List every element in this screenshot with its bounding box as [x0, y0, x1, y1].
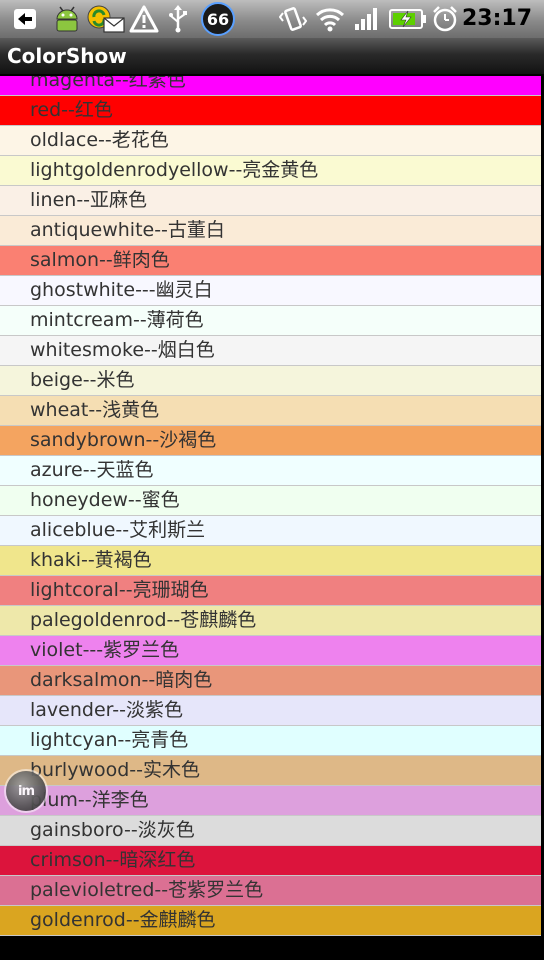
color-list-item[interactable]: plum--洋李色	[0, 786, 541, 816]
color-list-item-label: honeydew--蜜色	[30, 489, 180, 511]
alarm-icon	[430, 4, 460, 34]
color-list-item-label: beige--米色	[30, 369, 135, 391]
color-list[interactable]: magenta--红紫色 red--红色 oldlace--老花色 lightgold…	[0, 76, 541, 960]
color-list-item-label: whitesmoke--烟白色	[30, 339, 215, 361]
notification-count: 66	[206, 9, 230, 29]
color-list-item[interactable]: honeydew--蜜色	[0, 486, 541, 516]
color-list-item[interactable]: red--红色	[0, 96, 541, 126]
color-list-item[interactable]: goldenrod--金麒麟色	[0, 906, 541, 936]
color-list-item[interactable]: azure--天蓝色	[0, 456, 541, 486]
floating-assist-button[interactable]: im	[6, 771, 46, 811]
notification-count-icon: 66	[198, 2, 238, 36]
color-list-item[interactable]: linen--亚麻色	[0, 186, 541, 216]
color-list-item-label: violet---紫罗兰色	[30, 639, 180, 661]
color-list-item-label: antiquewhite--古董白	[30, 219, 225, 241]
color-list-item-label: lightcyan--亮青色	[30, 729, 189, 751]
color-list-item-label: ghostwhite---幽灵白	[30, 279, 213, 301]
color-list-item[interactable]: palegoldenrod--苍麒麟色	[0, 606, 541, 636]
color-list-item-label: gainsboro--淡灰色	[30, 819, 195, 841]
color-list-item[interactable]: khaki--黄褐色	[0, 546, 541, 576]
color-list-item[interactable]: salmon--鲜肉色	[0, 246, 541, 276]
color-list-item[interactable]: violet---紫罗兰色	[0, 636, 541, 666]
color-list-item-label: plum--洋李色	[30, 789, 149, 811]
color-list-item-label: khaki--黄褐色	[30, 549, 152, 571]
color-list-item-label: lightgoldenrodyellow--亮金黄色	[30, 159, 319, 181]
color-list-item-label: goldenrod--金麒麟色	[30, 909, 216, 931]
sync-mail-icon	[86, 4, 126, 34]
color-list-item-label: linen--亚麻色	[30, 189, 148, 211]
color-list-item[interactable]: sandybrown--沙褐色	[0, 426, 541, 456]
status-clock: 23:17	[461, 6, 532, 31]
color-list-item-label: lightcoral--亮珊瑚色	[30, 579, 209, 601]
usb-icon	[164, 4, 192, 34]
color-list-item-label: palegoldenrod--苍麒麟色	[30, 609, 257, 631]
color-list-item[interactable]: darksalmon--暗肉色	[0, 666, 541, 696]
floating-assist-label: im	[17, 783, 35, 799]
color-list-item-label: salmon--鲜肉色	[30, 249, 170, 271]
android-debug-icon	[50, 4, 84, 34]
color-list-item-label: azure--天蓝色	[30, 459, 154, 481]
color-list-item-label: lavender--淡紫色	[30, 699, 183, 721]
color-list-item[interactable]: aliceblue--艾利斯兰	[0, 516, 541, 546]
color-list-item[interactable]: lightcoral--亮珊瑚色	[0, 576, 541, 606]
app-title: ColorShow	[7, 44, 127, 68]
color-list-item[interactable]: gainsboro--淡灰色	[0, 816, 541, 846]
color-list-item-label: darksalmon--暗肉色	[30, 669, 213, 691]
color-list-item-label: oldlace--老花色	[30, 129, 169, 151]
color-list-item[interactable]: antiquewhite--古董白	[0, 216, 541, 246]
app-title-bar: ColorShow	[0, 38, 544, 76]
color-list-item-label: crimson--暗深红色	[30, 849, 196, 871]
color-list-item[interactable]: lavender--淡紫色	[0, 696, 541, 726]
color-list-item[interactable]: ghostwhite---幽灵白	[0, 276, 541, 306]
color-list-item-label: aliceblue--艾利斯兰	[30, 519, 206, 541]
color-list-item[interactable]: wheat--浅黄色	[0, 396, 541, 426]
signal-icon	[352, 4, 382, 34]
vibrate-icon	[278, 4, 308, 34]
color-list-item[interactable]: oldlace--老花色	[0, 126, 541, 156]
color-list-item-label: burlywood--实木色	[30, 759, 200, 781]
status-bar: 66 23:17	[0, 0, 544, 38]
color-list-item-label: wheat--浅黄色	[30, 399, 160, 421]
color-list-item[interactable]: lightcyan--亮青色	[0, 726, 541, 756]
color-list-item[interactable]: lightgoldenrodyellow--亮金黄色	[0, 156, 541, 186]
back-arrow-icon[interactable]	[10, 4, 40, 34]
color-list-item[interactable]: magenta--红紫色	[0, 76, 541, 96]
color-list-item[interactable]: mintcream--薄荷色	[0, 306, 541, 336]
warning-icon	[128, 4, 160, 34]
color-list-item[interactable]: burlywood--实木色	[0, 756, 541, 786]
color-list-item-label: mintcream--薄荷色	[30, 309, 204, 331]
color-list-item-label: red--红色	[30, 99, 113, 121]
wifi-icon	[314, 4, 346, 34]
color-list-item[interactable]: palevioletred--苍紫罗兰色	[0, 876, 541, 906]
color-list-item[interactable]: crimson--暗深红色	[0, 846, 541, 876]
color-list-item-label: magenta--红紫色	[30, 76, 186, 91]
color-list-item-label: sandybrown--沙褐色	[30, 429, 217, 451]
color-list-item-label: palevioletred--苍紫罗兰色	[30, 879, 264, 901]
battery-charging-icon	[388, 4, 428, 34]
color-list-item[interactable]: beige--米色	[0, 366, 541, 396]
color-list-content: magenta--红紫色 red--红色 oldlace--老花色 lightgold…	[0, 76, 541, 936]
color-list-item[interactable]: whitesmoke--烟白色	[0, 336, 541, 366]
